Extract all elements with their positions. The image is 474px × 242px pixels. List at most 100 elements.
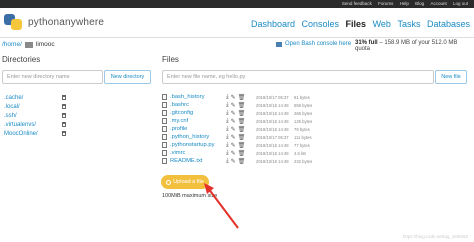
- directory-link[interactable]: .ssh/: [4, 113, 62, 119]
- delete-icon[interactable]: 🗑: [238, 150, 246, 157]
- file-link[interactable]: .bashrc: [170, 102, 226, 108]
- download-icon[interactable]: ⤓: [226, 158, 229, 165]
- download-icon[interactable]: ⤓: [226, 142, 229, 149]
- file-size: 77 bytes: [294, 142, 310, 148]
- download-icon[interactable]: ⤓: [226, 134, 229, 141]
- edit-icon[interactable]: ✎: [231, 102, 236, 109]
- edit-icon[interactable]: ✎: [231, 110, 236, 117]
- directory-link[interactable]: MoocOnline/: [4, 131, 62, 137]
- file-link[interactable]: .gitconfig: [170, 110, 226, 116]
- file-link[interactable]: .my.cnf: [170, 118, 226, 124]
- trash-icon[interactable]: [62, 122, 66, 127]
- file-icon: [162, 150, 167, 156]
- file-icon: [162, 142, 167, 148]
- download-icon[interactable]: ⤓: [226, 118, 229, 125]
- list-item: .gitconfig ⤓ ✎ 🗑 2018/10/16 14:48 266 byte…: [162, 109, 312, 117]
- directory-link[interactable]: .cache/: [4, 95, 62, 101]
- file-icon: [162, 110, 167, 116]
- file-link[interactable]: README.txt: [170, 158, 226, 164]
- open-bash-label: Open Bash console here: [285, 41, 352, 47]
- download-icon[interactable]: ⤓: [226, 150, 229, 157]
- delete-icon[interactable]: 🗑: [238, 158, 246, 165]
- file-size: 111 bytes: [294, 134, 312, 140]
- file-icon: [162, 94, 167, 100]
- nav-consoles[interactable]: Consoles: [302, 19, 340, 29]
- forums-link[interactable]: Forums: [378, 1, 393, 6]
- file-link[interactable]: .pythonstartup.py: [170, 142, 226, 148]
- list-item: .bash_history ⤓ ✎ 🗑 2018/10/17 05:37 61 by…: [162, 93, 312, 101]
- file-icon: [162, 134, 167, 140]
- disk-usage: 31% full – 158.9 MB of your 512.0 MB quo…: [355, 40, 474, 52]
- python-logo-icon: [2, 13, 24, 31]
- list-item: .virtualenvs/: [4, 120, 66, 129]
- file-size: 232 bytes: [294, 158, 313, 164]
- file-date: 2018/10/17 05:37: [256, 134, 289, 140]
- file-size: 125 bytes: [294, 118, 313, 124]
- new-file-input[interactable]: Enter new file name, eg hello.py: [162, 70, 434, 84]
- logo[interactable]: pythonanywhere: [2, 13, 104, 31]
- file-link[interactable]: .profile: [170, 126, 226, 132]
- file-date: 2018/10/17 05:37: [256, 94, 289, 100]
- edit-icon[interactable]: ✎: [231, 126, 236, 133]
- edit-icon[interactable]: ✎: [231, 94, 236, 101]
- list-item: .local/: [4, 102, 66, 111]
- edit-icon[interactable]: ✎: [231, 158, 236, 165]
- file-link[interactable]: .vimrc: [170, 150, 226, 156]
- list-item: .bashrc ⤓ ✎ 🗑 2018/10/16 14:48 559 bytes: [162, 101, 312, 109]
- download-icon[interactable]: ⤓: [226, 110, 229, 117]
- nav-web[interactable]: Web: [373, 19, 391, 29]
- list-item: .ssh/: [4, 111, 66, 120]
- trash-icon[interactable]: [62, 95, 66, 100]
- list-item: .cache/: [4, 93, 66, 102]
- top-bar: Send feedback Forums Help Blog Account L…: [0, 0, 474, 8]
- blog-link[interactable]: Blog: [415, 1, 424, 6]
- breadcrumb-home[interactable]: /home/: [2, 41, 22, 48]
- nav-dashboard[interactable]: Dashboard: [251, 19, 295, 29]
- delete-icon[interactable]: 🗑: [238, 142, 246, 149]
- file-icon: [162, 126, 167, 132]
- file-size: 266 bytes: [294, 110, 313, 116]
- download-icon[interactable]: ⤓: [226, 102, 229, 109]
- logout-link[interactable]: Log out: [453, 1, 468, 6]
- edit-icon[interactable]: ✎: [231, 134, 236, 141]
- file-link[interactable]: .bash_history: [170, 94, 226, 100]
- trash-icon[interactable]: [62, 131, 66, 136]
- annotation-arrow-icon: [204, 183, 239, 229]
- send-feedback-link[interactable]: Send feedback: [342, 1, 372, 6]
- nav-databases[interactable]: Databases: [427, 19, 470, 29]
- new-file-button[interactable]: New file: [435, 70, 467, 84]
- directory-link[interactable]: .local/: [4, 104, 62, 110]
- directory-link[interactable]: .virtualenvs/: [4, 122, 62, 128]
- delete-icon[interactable]: 🗑: [238, 102, 246, 109]
- trash-icon[interactable]: [62, 113, 66, 118]
- help-link[interactable]: Help: [400, 1, 409, 6]
- delete-icon[interactable]: 🗑: [238, 94, 246, 101]
- nav-files[interactable]: Files: [346, 19, 367, 29]
- file-date: 2018/10/16 14:48: [256, 158, 289, 164]
- delete-icon[interactable]: 🗑: [238, 110, 246, 117]
- download-icon[interactable]: ⤓: [226, 94, 229, 101]
- edit-icon[interactable]: ✎: [231, 118, 236, 125]
- list-item: MoocOnline/: [4, 129, 66, 138]
- trash-icon[interactable]: [62, 104, 66, 109]
- file-icon: [162, 118, 167, 124]
- list-item: .my.cnf ⤓ ✎ 🗑 2018/10/16 14:48 125 bytes: [162, 117, 312, 125]
- edit-icon[interactable]: ✎: [231, 150, 236, 157]
- new-directory-input[interactable]: Enter new directory name: [2, 70, 103, 84]
- delete-icon[interactable]: 🗑: [238, 134, 246, 141]
- file-size: 61 bytes: [294, 94, 310, 100]
- file-link[interactable]: .python_history: [170, 134, 226, 140]
- header-divider: [0, 37, 474, 38]
- open-bash-link[interactable]: Open Bash console here: [276, 41, 351, 47]
- new-directory-button[interactable]: New directory: [104, 70, 151, 84]
- delete-icon[interactable]: 🗑: [238, 126, 246, 133]
- breadcrumb: /home/ limooc: [2, 41, 55, 48]
- account-link[interactable]: Account: [430, 1, 446, 6]
- edit-icon[interactable]: ✎: [231, 142, 236, 149]
- delete-icon[interactable]: 🗑: [238, 118, 246, 125]
- list-item: .python_history ⤓ ✎ 🗑 2018/10/17 05:37 111…: [162, 133, 312, 141]
- nav-tasks[interactable]: Tasks: [397, 19, 420, 29]
- download-icon[interactable]: ⤓: [226, 126, 229, 133]
- list-item: README.txt ⤓ ✎ 🗑 2018/10/16 14:48 232 byte…: [162, 157, 312, 165]
- file-size: 559 bytes: [294, 102, 313, 108]
